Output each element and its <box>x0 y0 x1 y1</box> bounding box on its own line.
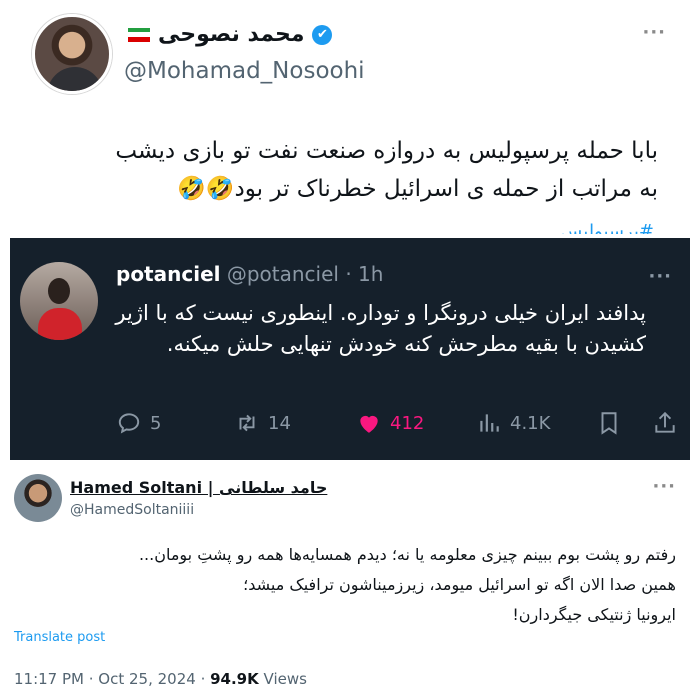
top-tweet-avatar[interactable] <box>32 14 112 94</box>
iran-flag-icon <box>128 27 150 42</box>
quoted-tweet-time[interactable]: · 1h <box>345 262 383 286</box>
top-tweet-hashtag-link[interactable]: #پرسپولیس <box>560 218 654 234</box>
bottom-tweet-more-button[interactable]: ··· <box>652 476 676 497</box>
views-chart-icon <box>480 414 499 432</box>
top-tweet-text-line: بابا حمله پرسپولیس به دروازه صنعت نفت تو… <box>115 138 658 164</box>
bottom-tweet: Hamed Soltani | حامد سلطانی @HamedSoltan… <box>0 462 700 700</box>
quoted-tweet-action-bar: 5 14 412 4.1K <box>116 410 676 440</box>
reply-icon <box>118 413 140 434</box>
tweet-date[interactable]: Oct 25, 2024 <box>98 670 196 688</box>
top-tweet-handle[interactable]: @Mohamad_Nosoohi <box>124 58 365 84</box>
quoted-tweet[interactable]: potanciel @potanciel · 1h ··· پدافند ایر… <box>10 238 690 460</box>
quoted-tweet-text: پدافند ایران خیلی درونگرا و توداره. اینط… <box>115 301 646 356</box>
bottom-tweet-handle[interactable]: @HamedSoltaniiii <box>70 502 194 518</box>
views-count: 4.1K <box>510 412 551 434</box>
views-button[interactable]: 4.1K <box>476 410 550 436</box>
share-button[interactable] <box>652 410 678 436</box>
bookmark-button[interactable] <box>596 410 622 436</box>
top-tweet-text: بابا حمله پرسپولیس به دروازه صنعت نفت تو… <box>18 132 658 208</box>
bottom-tweet-text: رفتم رو پشت بوم ببینم چیزی معلومه یا نه؛… <box>16 540 676 630</box>
quoted-tweet-handle[interactable]: @potanciel <box>227 262 339 286</box>
retweet-count: 14 <box>268 412 291 434</box>
top-tweet-text-line: به مراتب از حمله ی اسرائیل خطرناک تر بود… <box>177 176 658 202</box>
bottom-tweet-text-line: ایرونیا ژنتیکی جیگردارن! <box>512 605 676 624</box>
top-tweet-display-name[interactable]: محمد نصوحی <box>158 22 304 47</box>
bottom-tweet-meta: 11:17 PM · Oct 25, 2024 · 94.9K Views <box>14 670 307 688</box>
bookmark-icon <box>601 412 617 435</box>
retweet-button[interactable]: 14 <box>234 410 291 436</box>
top-tweet: محمد نصوحی ✔ @Mohamad_Nosoohi ··· بابا ح… <box>0 0 700 236</box>
verified-badge-icon: ✔ <box>312 24 333 45</box>
tweet-views-label: Views <box>263 670 307 688</box>
quoted-tweet-header: potanciel @potanciel · 1h <box>116 262 383 286</box>
top-tweet-more-button[interactable]: ··· <box>642 22 666 43</box>
reply-button[interactable]: 5 <box>116 410 161 436</box>
translate-post-link[interactable]: Translate post <box>14 630 105 645</box>
share-icon <box>655 411 675 433</box>
like-count: 412 <box>390 412 425 434</box>
avatar-head <box>48 278 70 304</box>
like-button[interactable]: 412 <box>356 410 424 436</box>
avatar-body <box>38 308 82 340</box>
avatar-shirt <box>47 67 103 91</box>
top-tweet-name-row: محمد نصوحی ✔ <box>128 22 333 47</box>
bottom-tweet-text-line: همین صدا الان اگه تو اسرائیل میومد، زیرز… <box>243 575 676 594</box>
reply-count: 5 <box>150 412 162 434</box>
bottom-tweet-avatar[interactable] <box>14 474 62 522</box>
tweet-time[interactable]: 11:17 PM <box>14 670 84 688</box>
quoted-tweet-more-button[interactable]: ··· <box>648 266 672 287</box>
heart-icon <box>360 415 378 433</box>
tweet-views-count: 94.9K <box>210 670 259 688</box>
retweet-icon <box>239 414 255 432</box>
bottom-tweet-text-line: رفتم رو پشت بوم ببینم چیزی معلومه یا نه؛… <box>138 545 676 564</box>
quoted-tweet-username[interactable]: potanciel <box>116 262 220 286</box>
bottom-tweet-display-name[interactable]: Hamed Soltani | حامد سلطانی <box>70 478 327 497</box>
